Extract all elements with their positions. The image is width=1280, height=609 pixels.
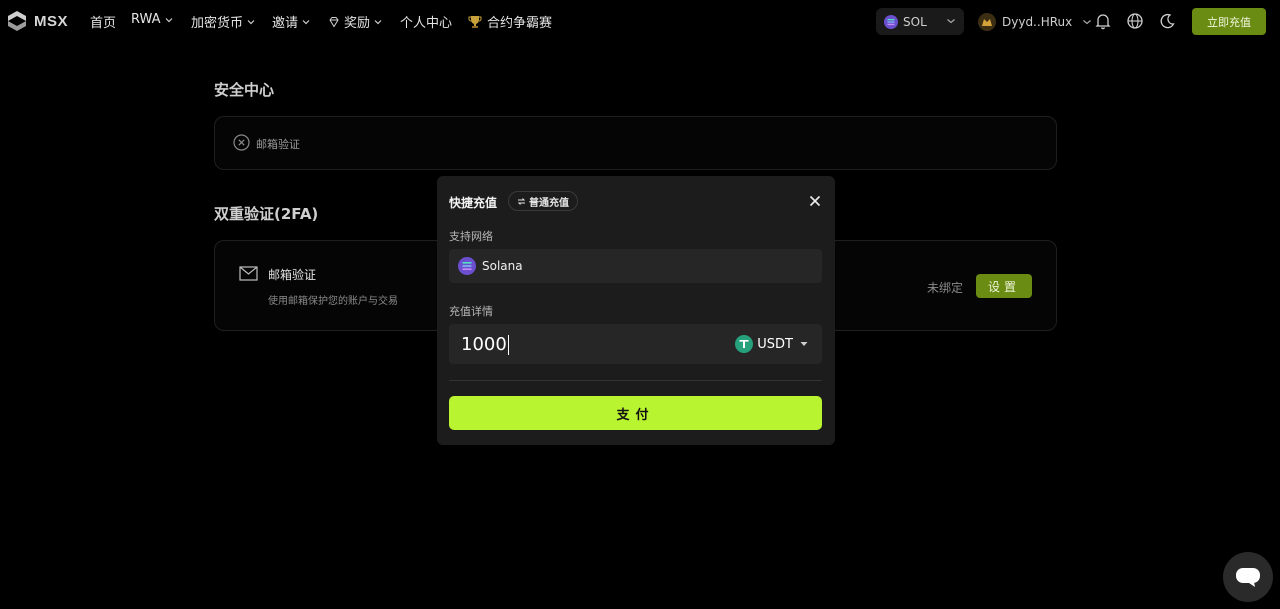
logo-text: MSX bbox=[34, 12, 69, 30]
normal-topup-label: 普通充值 bbox=[529, 197, 569, 209]
chevron-down-icon bbox=[374, 19, 382, 24]
network-value: Solana bbox=[482, 259, 523, 273]
normal-topup-switch[interactable]: 普通充值 bbox=[508, 191, 578, 211]
chevron-down-icon bbox=[247, 19, 255, 24]
nav-home-label: 首页 bbox=[90, 16, 117, 31]
logo[interactable]: MSX bbox=[6, 10, 68, 32]
account-address: Dyyd..HRux bbox=[1002, 14, 1073, 29]
trophy-icon bbox=[468, 15, 482, 28]
detail-field-label: 充值详情 bbox=[449, 305, 493, 318]
caret-down-icon bbox=[800, 342, 808, 346]
nav-invite[interactable]: 邀请 bbox=[272, 12, 310, 31]
token-selector[interactable]: USDT bbox=[735, 335, 808, 353]
network-field-label: 支持网络 bbox=[449, 230, 493, 243]
divider bbox=[449, 380, 822, 381]
pay-button[interactable]: 支付 bbox=[449, 396, 822, 430]
topup-button[interactable]: 立即充值 bbox=[1192, 8, 1266, 35]
circle-x-icon bbox=[233, 134, 250, 151]
msx-logo-icon bbox=[8, 11, 26, 31]
nav-contest[interactable]: 合约争霸赛 bbox=[467, 12, 552, 31]
modal-title: 快捷充值 bbox=[449, 196, 498, 210]
chevron-down-icon bbox=[302, 19, 310, 24]
nav-rewards-label: 奖励 bbox=[344, 16, 371, 31]
set-button[interactable]: 设置 bbox=[976, 274, 1032, 298]
twofa-status: 未绑定 bbox=[927, 281, 964, 295]
text-caret bbox=[507, 335, 509, 355]
solana-icon bbox=[458, 257, 476, 275]
nav-rewards[interactable]: 奖励 bbox=[328, 12, 382, 31]
nav-home[interactable]: 首页 bbox=[90, 12, 116, 31]
chevron-down-icon bbox=[1083, 19, 1092, 24]
quick-topup-modal: 快捷充值 普通充值 支持网络 Solana 充值详情 1000 USDT 支付 bbox=[437, 176, 835, 445]
account-menu[interactable]: Dyyd..HRux bbox=[978, 8, 1092, 35]
swap-icon bbox=[517, 197, 526, 205]
top-nav: MSX 首页 RWA 加密货币 邀请 奖励 个人中心 合约争霸赛 SOL Dyy… bbox=[0, 0, 1280, 42]
chevron-down-icon bbox=[947, 19, 955, 24]
globe-icon[interactable] bbox=[1126, 12, 1144, 30]
chat-icon bbox=[1236, 568, 1260, 587]
network-selector[interactable]: SOL bbox=[876, 8, 964, 35]
amount-value: 1000 bbox=[461, 334, 507, 355]
nav-profile-label: 个人中心 bbox=[400, 16, 453, 31]
usdt-icon bbox=[735, 335, 754, 353]
twofa-item-desc: 使用邮箱保护您的账户与交易 bbox=[268, 296, 398, 307]
nav-crypto-label: 加密货币 bbox=[191, 16, 244, 31]
close-icon[interactable] bbox=[809, 195, 821, 207]
nav-invite-label: 邀请 bbox=[272, 16, 299, 31]
network-field[interactable]: Solana bbox=[449, 249, 822, 283]
twofa-title: 双重验证(2FA) bbox=[214, 205, 319, 223]
nav-contest-label: 合约争霸赛 bbox=[487, 16, 553, 31]
chevron-down-icon bbox=[165, 17, 172, 22]
support-chat-button[interactable] bbox=[1223, 552, 1273, 602]
nav-rwa[interactable]: RWA bbox=[131, 12, 173, 27]
bell-icon[interactable] bbox=[1094, 12, 1112, 30]
security-title: 安全中心 bbox=[214, 81, 275, 99]
amount-field[interactable]: 1000 USDT bbox=[449, 324, 822, 364]
avatar-icon bbox=[978, 12, 996, 31]
moon-icon[interactable] bbox=[1158, 12, 1176, 30]
security-email-label: 邮箱验证 bbox=[256, 138, 300, 151]
security-card bbox=[214, 116, 1057, 170]
network-label: SOL bbox=[903, 14, 927, 29]
token-label: USDT bbox=[757, 336, 793, 352]
mail-icon bbox=[239, 266, 258, 281]
twofa-item-title: 邮箱验证 bbox=[268, 268, 317, 282]
nav-crypto[interactable]: 加密货币 bbox=[191, 12, 255, 31]
diamond-icon bbox=[329, 16, 339, 27]
amount-input[interactable]: 1000 bbox=[461, 334, 509, 355]
nav-rwa-label: RWA bbox=[131, 12, 161, 27]
nav-profile[interactable]: 个人中心 bbox=[400, 12, 452, 31]
solana-icon bbox=[884, 14, 898, 29]
